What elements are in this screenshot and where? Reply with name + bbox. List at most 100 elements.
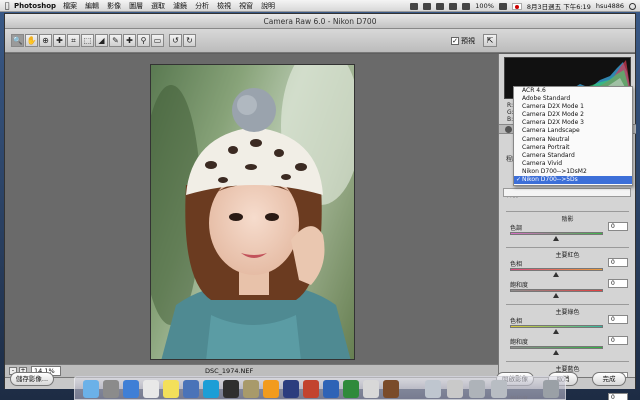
status-menus: 100% 8月3日週五 下午6:19 hsu4886 bbox=[410, 0, 636, 12]
utility-icon[interactable] bbox=[383, 380, 399, 398]
slider-value-input[interactable]: 0 bbox=[608, 393, 628, 400]
slider-thumb[interactable] bbox=[553, 293, 559, 298]
preview-app-icon[interactable] bbox=[243, 380, 259, 398]
hand-tool-icon[interactable]: ✋ bbox=[25, 34, 38, 47]
portrait-illustration bbox=[151, 65, 354, 359]
slider-track[interactable] bbox=[510, 346, 603, 349]
targeted-adjustment-tool-icon[interactable]: ⌗ bbox=[67, 34, 80, 47]
slider-track[interactable] bbox=[510, 289, 603, 292]
menu-help[interactable]: 說明 bbox=[261, 1, 275, 11]
system-preferences-icon[interactable] bbox=[103, 380, 119, 398]
dropdown-option[interactable]: Camera D2X Mode 1 bbox=[514, 103, 632, 111]
excel-icon[interactable] bbox=[343, 380, 359, 398]
time-machine-icon[interactable] bbox=[436, 2, 445, 10]
clock[interactable]: 8月3日週五 下午6:19 bbox=[527, 1, 591, 11]
save-image-button[interactable]: 儲存影像... bbox=[10, 372, 54, 386]
user-menu[interactable]: hsu4886 bbox=[596, 2, 624, 10]
apple-icon[interactable]:  bbox=[0, 1, 14, 10]
dropdown-option[interactable]: Camera D2X Mode 2 bbox=[514, 111, 632, 119]
zoom-tool-icon[interactable]: 🔍 bbox=[11, 34, 24, 47]
input-source-flag-icon[interactable] bbox=[511, 2, 522, 10]
dropdown-option[interactable]: ACR 4.6 bbox=[514, 87, 632, 95]
finder-icon[interactable] bbox=[83, 380, 99, 398]
straighten-tool-icon[interactable]: ◢ bbox=[95, 34, 108, 47]
slider-value-input[interactable]: 0 bbox=[608, 222, 628, 231]
rotate-left-icon[interactable]: ↺ bbox=[169, 34, 182, 47]
spotlight-icon[interactable] bbox=[629, 2, 636, 10]
firefox-icon[interactable] bbox=[263, 380, 279, 398]
slider-label: 色調 bbox=[510, 225, 523, 232]
slider-value-input[interactable]: 0 bbox=[608, 279, 628, 288]
bluetooth-icon[interactable] bbox=[423, 2, 432, 10]
toolbar: 🔍 ✋ ⊕ ✚ ⌗ ⬚ ◢ ✎ ✚ ⚲ ▭ ↺ ↻ ✓ 預視 ⇱ bbox=[5, 29, 635, 53]
white-balance-tool-icon[interactable]: ⊕ bbox=[39, 34, 52, 47]
image-canvas[interactable] bbox=[5, 54, 498, 364]
preview-toggle[interactable]: ✓ 預視 bbox=[451, 36, 475, 46]
slider-value-input[interactable]: 0 bbox=[608, 336, 628, 345]
dropdown-option[interactable]: Camera Vivid bbox=[514, 160, 632, 168]
dropdown-option[interactable]: ✓ Nikon D700-->5Ds bbox=[514, 176, 632, 185]
menu-select[interactable]: 選取 bbox=[151, 1, 165, 11]
airplay-icon[interactable] bbox=[410, 2, 419, 10]
menu-view[interactable]: 檢視 bbox=[217, 1, 231, 11]
terminal-icon[interactable] bbox=[223, 380, 239, 398]
slider-value-input[interactable]: 0 bbox=[608, 258, 628, 267]
done-button[interactable]: 完成 bbox=[592, 372, 626, 386]
slider-thumb[interactable] bbox=[553, 272, 559, 277]
basic-tab-icon[interactable] bbox=[505, 126, 512, 133]
itunes-icon[interactable] bbox=[183, 380, 199, 398]
mac-app-icon[interactable] bbox=[363, 380, 379, 398]
downloads-stack-icon[interactable] bbox=[425, 380, 441, 398]
dropdown-option[interactable]: Camera Portrait bbox=[514, 144, 632, 152]
dropdown-option[interactable]: Camera D2X Mode 3 bbox=[514, 119, 632, 127]
menu-filter[interactable]: 濾鏡 bbox=[173, 1, 187, 11]
slider-track[interactable] bbox=[510, 232, 603, 235]
adjustment-brush-icon[interactable]: ⚲ bbox=[137, 34, 150, 47]
dropdown-option[interactable]: Adobe Standard bbox=[514, 95, 632, 103]
slider-track[interactable] bbox=[510, 268, 603, 271]
menu-image[interactable]: 影像 bbox=[107, 1, 121, 11]
safari-icon[interactable] bbox=[203, 380, 219, 398]
slider-track[interactable] bbox=[510, 325, 603, 328]
menu-window[interactable]: 視窗 bbox=[239, 1, 253, 11]
app-menu[interactable]: Photoshop bbox=[14, 2, 56, 10]
menu-layer[interactable]: 圖層 bbox=[129, 1, 143, 11]
slider-thumb[interactable] bbox=[553, 350, 559, 355]
spot-removal-tool-icon[interactable]: ✎ bbox=[109, 34, 122, 47]
wifi-icon[interactable] bbox=[449, 2, 458, 10]
preview-checkbox[interactable]: ✓ bbox=[451, 37, 459, 45]
dropdown-option[interactable]: Nikon D700-->1DsM2 bbox=[514, 168, 632, 176]
calendar-icon[interactable] bbox=[143, 380, 159, 398]
fullscreen-button[interactable]: ⇱ bbox=[483, 34, 497, 47]
menu-analysis[interactable]: 分析 bbox=[195, 1, 209, 11]
window-thumbnail-icon[interactable] bbox=[491, 380, 507, 398]
dropdown-option-label: Camera D2X Mode 2 bbox=[522, 111, 584, 119]
rotate-right-icon[interactable]: ↻ bbox=[183, 34, 196, 47]
red-eye-tool-icon[interactable]: ✚ bbox=[123, 34, 136, 47]
section-divider bbox=[506, 361, 629, 362]
dropdown-option[interactable]: Camera Standard bbox=[514, 152, 632, 160]
crop-tool-icon[interactable]: ⬚ bbox=[81, 34, 94, 47]
color-sampler-tool-icon[interactable]: ✚ bbox=[53, 34, 66, 47]
slider-thumb[interactable] bbox=[553, 329, 559, 334]
notes-icon[interactable] bbox=[163, 380, 179, 398]
battery-status[interactable]: 100% bbox=[475, 2, 494, 10]
filezilla-icon[interactable] bbox=[303, 380, 319, 398]
graduated-filter-icon[interactable]: ▭ bbox=[151, 34, 164, 47]
volume-icon[interactable] bbox=[462, 2, 471, 10]
documents-stack-icon[interactable] bbox=[447, 380, 463, 398]
app-store-icon[interactable] bbox=[123, 380, 139, 398]
slider-value-input[interactable]: 0 bbox=[608, 315, 628, 324]
word-icon[interactable] bbox=[323, 380, 339, 398]
menu-edit[interactable]: 編輯 bbox=[85, 1, 99, 11]
dropdown-option[interactable]: Camera Neutral bbox=[514, 136, 632, 144]
trash-icon[interactable] bbox=[543, 380, 559, 398]
slider-label: 色相 bbox=[510, 261, 523, 268]
dropdown-option[interactable]: Camera Landscape bbox=[514, 127, 632, 135]
photoshop-icon[interactable] bbox=[283, 380, 299, 398]
window-thumbnail-icon[interactable] bbox=[469, 380, 485, 398]
menu-file[interactable]: 檔案 bbox=[63, 1, 77, 11]
slider-thumb[interactable] bbox=[553, 236, 559, 241]
camera-profile-select[interactable] bbox=[503, 188, 631, 197]
dropdown-option-label: Nikon D700-->1DsM2 bbox=[522, 167, 587, 175]
